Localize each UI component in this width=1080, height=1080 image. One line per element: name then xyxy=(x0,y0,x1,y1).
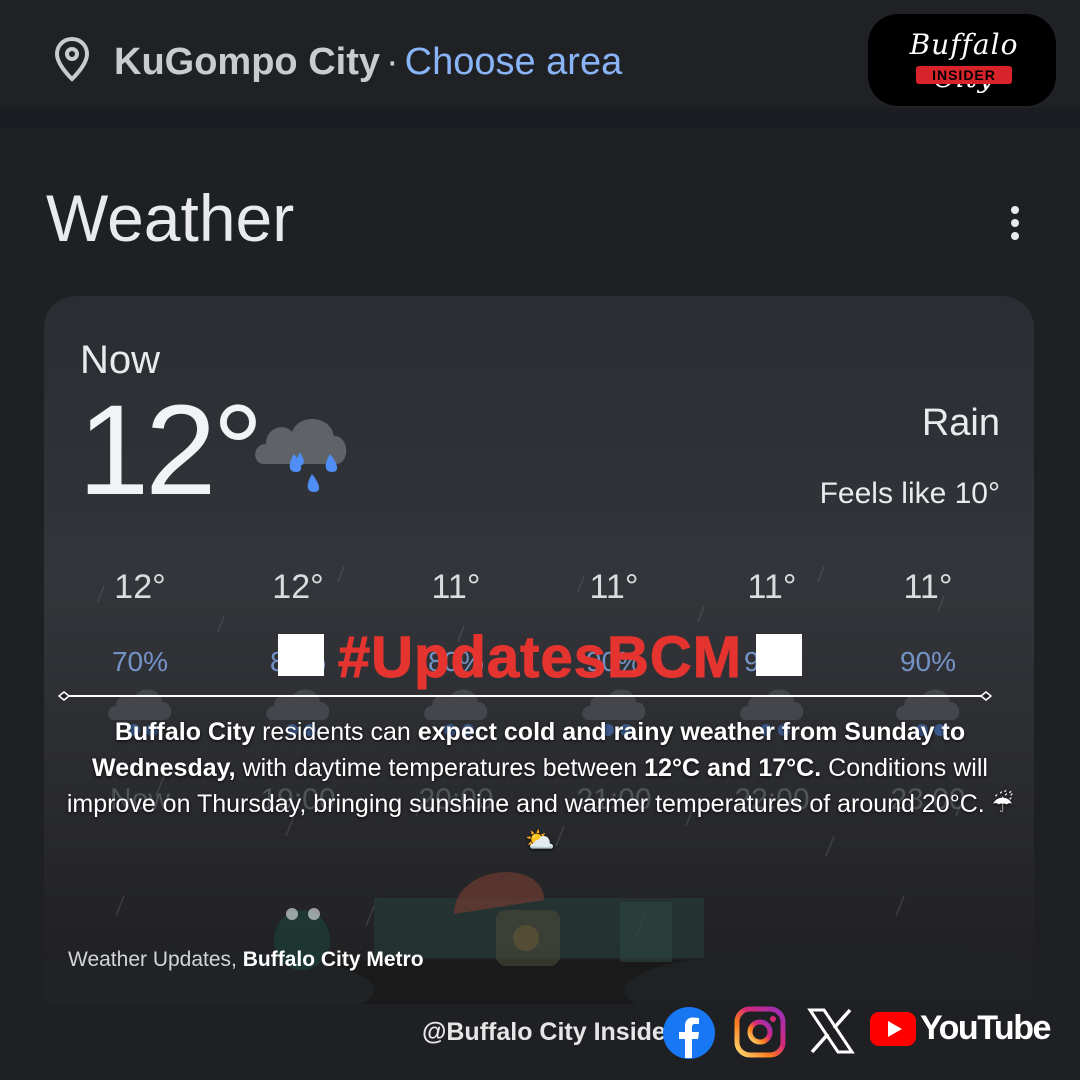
ann-text: with daytime temperatures between xyxy=(235,754,645,782)
rainy-scene-illustration xyxy=(44,872,1034,1004)
hourly-temp: 11° xyxy=(589,568,639,606)
hashtag-text: #UpdatesBCM xyxy=(337,625,743,690)
divider-line xyxy=(58,691,992,701)
youtube-icon[interactable] xyxy=(870,1012,916,1046)
banner-square-left xyxy=(277,634,324,676)
banner-square-right xyxy=(756,634,803,676)
rain-cloud-icon xyxy=(255,418,347,492)
location-city: KuGompo City xyxy=(114,41,380,83)
x-twitter-icon[interactable] xyxy=(806,1006,856,1056)
source-name: Buffalo City Metro xyxy=(242,948,424,971)
hashtag-banner: #UpdatesBCM xyxy=(0,625,1080,692)
ann-text: residents can xyxy=(255,718,418,746)
more-options-icon[interactable] xyxy=(1004,206,1026,246)
hourly-temp: 11° xyxy=(903,568,953,606)
source-credit: Weather Updates, Buffalo City Metro xyxy=(68,946,424,974)
hourly-temp: 12° xyxy=(272,568,324,606)
condition-label: Rain xyxy=(921,402,1000,444)
social-handle: @Buffalo City Insider xyxy=(422,1018,676,1046)
ann-bold-range: 12°C and 17°C. xyxy=(644,754,822,782)
current-temperature: 12° xyxy=(78,379,264,522)
now-label: Now xyxy=(80,338,161,382)
feels-like-label: Feels like 10° xyxy=(819,477,1000,510)
brand-insider-badge: INSIDER xyxy=(916,66,1012,84)
page-title: Weather xyxy=(46,181,295,255)
location-pin-icon xyxy=(54,36,90,82)
brand-script-text: Buffalo City xyxy=(909,28,1019,94)
youtube-label[interactable]: YouTube xyxy=(920,1008,1051,1048)
buffalo-city-insider-logo: Buffalo City INSIDER xyxy=(868,14,1056,106)
hourly-temp: 12° xyxy=(114,568,166,606)
choose-area-link[interactable]: Choose area xyxy=(405,41,623,83)
hourly-temp: 11° xyxy=(747,568,797,606)
hourly-temp: 11° xyxy=(431,568,481,606)
instagram-icon[interactable] xyxy=(734,1006,786,1058)
source-prefix: Weather Updates, xyxy=(68,948,243,971)
ann-bold-city: Buffalo City xyxy=(114,718,256,746)
location-separator: · xyxy=(385,41,399,83)
location-label: KuGompo City · Choose area xyxy=(114,38,622,86)
announcement-text: Buffalo City residents can expect cold a… xyxy=(56,714,1024,858)
facebook-icon[interactable] xyxy=(662,1006,716,1060)
